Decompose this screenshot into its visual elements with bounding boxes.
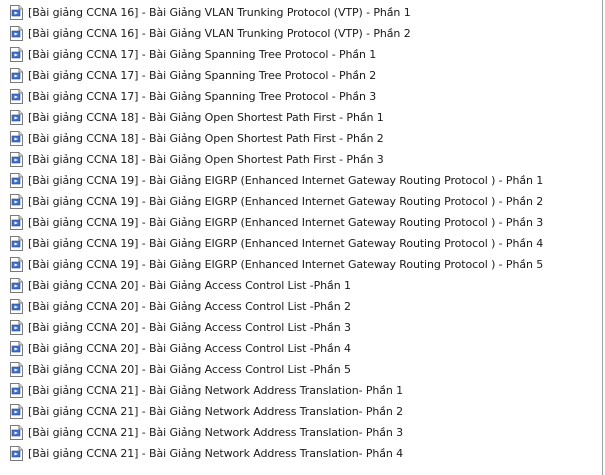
file-item[interactable]: [Bài giảng CCNA 21] - Bài Giảng Network … [10,403,403,420]
file-name: [Bài giảng CCNA 19] - Bài Giảng EIGRP (E… [28,195,544,208]
file-item[interactable]: [Bài giảng CCNA 17] - Bài Giảng Spanning… [10,88,376,105]
file-item[interactable]: [Bài giảng CCNA 21] - Bài Giảng Network … [10,445,403,462]
file-item[interactable]: [Bài giảng CCNA 19] - Bài Giảng EIGRP (E… [10,235,543,252]
file-item[interactable]: [Bài giảng CCNA 17] - Bài Giảng Spanning… [10,67,376,84]
file-item[interactable]: [Bài giảng CCNA 20] - Bài Giảng Access C… [10,319,351,336]
media-file-icon [10,383,23,398]
file-name: [Bài giảng CCNA 16] - Bài Giảng VLAN Tru… [28,27,411,40]
file-item[interactable]: [Bài giảng CCNA 16] - Bài Giảng VLAN Tru… [10,4,411,21]
file-name: [Bài giảng CCNA 17] - Bài Giảng Spanning… [28,69,377,82]
file-name: [Bài giảng CCNA 19] - Bài Giảng EIGRP (E… [28,237,544,250]
file-name: [Bài giảng CCNA 20] - Bài Giảng Access C… [28,342,351,355]
media-file-icon [10,47,23,62]
file-name: [Bài giảng CCNA 17] - Bài Giảng Spanning… [28,48,377,61]
file-item[interactable]: [Bài giảng CCNA 17] - Bài Giảng Spanning… [10,46,376,63]
file-item[interactable]: [Bài giảng CCNA 18] - Bài Giảng Open Sho… [10,109,384,126]
file-item[interactable]: [Bài giảng CCNA 20] - Bài Giảng Access C… [10,298,351,315]
media-file-icon [10,89,23,104]
file-item[interactable]: [Bài giảng CCNA 21] - Bài Giảng Network … [10,424,403,441]
file-name: [Bài giảng CCNA 21] - Bài Giảng Network … [28,426,404,439]
file-item[interactable]: [Bài giảng CCNA 19] - Bài Giảng EIGRP (E… [10,193,543,210]
media-file-icon [10,278,23,293]
media-file-icon [10,320,23,335]
file-name: [Bài giảng CCNA 18] - Bài Giảng Open Sho… [28,111,384,124]
media-file-icon [10,404,23,419]
file-item[interactable]: [Bài giảng CCNA 20] - Bài Giảng Access C… [10,340,351,357]
media-file-icon [10,425,23,440]
file-name: [Bài giảng CCNA 21] - Bài Giảng Network … [28,447,404,460]
media-file-icon [10,152,23,167]
media-file-icon [10,194,23,209]
media-file-icon [10,68,23,83]
file-name: [Bài giảng CCNA 21] - Bài Giảng Network … [28,405,404,418]
file-item[interactable]: [Bài giảng CCNA 19] - Bài Giảng EIGRP (E… [10,214,543,231]
file-name: [Bài giảng CCNA 19] - Bài Giảng EIGRP (E… [28,258,544,271]
file-item[interactable]: [Bài giảng CCNA 19] - Bài Giảng EIGRP (E… [10,172,543,189]
media-file-icon [10,446,23,461]
media-file-icon [10,131,23,146]
file-name: [Bài giảng CCNA 20] - Bài Giảng Access C… [28,279,351,292]
media-file-icon [10,26,23,41]
file-item[interactable]: [Bài giảng CCNA 19] - Bài Giảng EIGRP (E… [10,256,543,273]
file-name: [Bài giảng CCNA 19] - Bài Giảng EIGRP (E… [28,174,544,187]
media-file-icon [10,362,23,377]
media-file-icon [10,215,23,230]
file-name: [Bài giảng CCNA 21] - Bài Giảng Network … [28,384,404,397]
file-item[interactable]: [Bài giảng CCNA 18] - Bài Giảng Open Sho… [10,151,384,168]
file-item[interactable]: [Bài giảng CCNA 18] - Bài Giảng Open Sho… [10,130,384,147]
media-file-icon [10,257,23,272]
file-item[interactable]: [Bài giảng CCNA 20] - Bài Giảng Access C… [10,277,351,294]
media-file-icon [10,173,23,188]
media-file-icon [10,5,23,20]
media-file-icon [10,110,23,125]
file-item[interactable]: [Bài giảng CCNA 21] - Bài Giảng Network … [10,382,403,399]
file-name: [Bài giảng CCNA 20] - Bài Giảng Access C… [28,300,351,313]
file-name: [Bài giảng CCNA 16] - Bài Giảng VLAN Tru… [28,6,411,19]
file-name: [Bài giảng CCNA 20] - Bài Giảng Access C… [28,321,351,334]
media-file-icon [10,299,23,314]
media-file-icon [10,341,23,356]
media-file-icon [10,236,23,251]
file-name: [Bài giảng CCNA 19] - Bài Giảng EIGRP (E… [28,216,544,229]
file-item[interactable]: [Bài giảng CCNA 20] - Bài Giảng Access C… [10,361,351,378]
file-name: [Bài giảng CCNA 18] - Bài Giảng Open Sho… [28,132,384,145]
file-item[interactable]: [Bài giảng CCNA 16] - Bài Giảng VLAN Tru… [10,25,411,42]
file-name: [Bài giảng CCNA 18] - Bài Giảng Open Sho… [28,153,384,166]
file-name: [Bài giảng CCNA 20] - Bài Giảng Access C… [28,363,351,376]
file-list: [Bài giảng CCNA 16] - Bài Giảng VLAN Tru… [0,0,603,475]
file-name: [Bài giảng CCNA 17] - Bài Giảng Spanning… [28,90,377,103]
